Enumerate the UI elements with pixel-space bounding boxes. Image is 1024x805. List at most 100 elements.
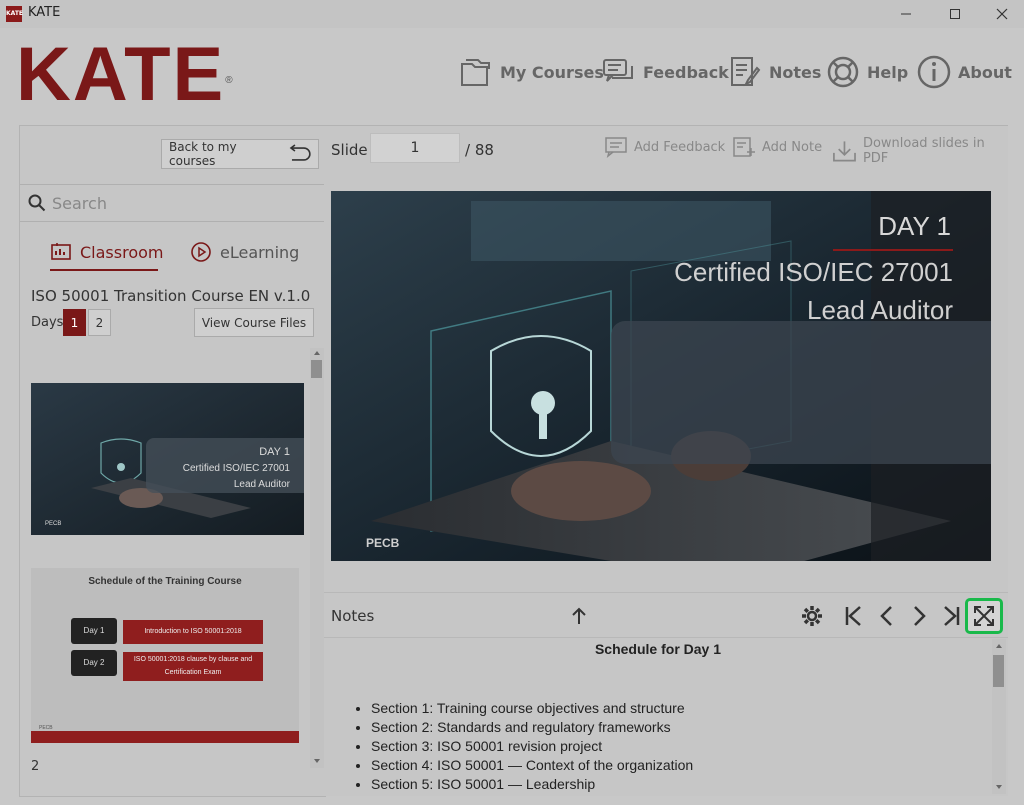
- notes-label: Notes: [331, 607, 375, 625]
- last-slide-button[interactable]: [936, 601, 966, 631]
- maximize-button[interactable]: [935, 2, 975, 26]
- course-title: ISO 50001 Transition Course EN v.1.0: [31, 287, 311, 305]
- add-feedback-label: Add Feedback: [634, 139, 726, 155]
- nav-about[interactable]: About: [916, 52, 1012, 92]
- slide-viewer: Slide 1 / 88 Add Feedback Add Note Downl…: [324, 125, 1008, 796]
- previous-slide-button[interactable]: [872, 601, 902, 631]
- back-to-courses-button[interactable]: Back to my courses: [161, 139, 319, 169]
- nav-notes-label: Notes: [769, 62, 822, 82]
- nav-my-courses[interactable]: My Courses: [458, 52, 604, 92]
- slide-total: / 88: [465, 141, 494, 159]
- close-button[interactable]: [982, 2, 1022, 26]
- thumbnail-1-line2: Certified ISO/IEC 27001: [182, 463, 290, 474]
- notes-scroll-down-icon: [996, 785, 1002, 789]
- slide-course-line1: Certified ISO/IEC 27001: [674, 257, 953, 287]
- thumbnail-slide-1[interactable]: DAY 1 Certified ISO/IEC 27001 Lead Audit…: [31, 383, 304, 535]
- notes-scroll-up-icon: [996, 644, 1002, 648]
- notes-item: Section 2: Standards and regulatory fram…: [371, 718, 693, 737]
- add-note-button[interactable]: Add Note: [732, 136, 822, 158]
- fullscreen-button[interactable]: [965, 598, 1003, 634]
- play-circle-icon: [191, 242, 211, 262]
- gear-icon: [802, 606, 822, 626]
- slide-course-line2: Lead Auditor: [806, 295, 953, 325]
- scroll-up-icon: [314, 351, 320, 355]
- thumbnail-2-row1: Introduction to ISO 50001:2018: [123, 620, 263, 644]
- maximize-icon: [950, 9, 960, 19]
- back-to-courses-label: Back to my courses: [169, 140, 237, 168]
- lifebuoy-icon: [827, 56, 859, 88]
- nav-help[interactable]: Help: [825, 52, 908, 92]
- tab-classroom[interactable]: Classroom: [50, 234, 163, 270]
- app-icon: KATE: [6, 6, 23, 22]
- chat-icon: [603, 59, 633, 82]
- nav-about-label: About: [958, 62, 1012, 82]
- close-icon: [996, 8, 1008, 20]
- nav-feedback[interactable]: Feedback: [601, 52, 729, 92]
- kate-logo: KATE®: [16, 32, 235, 117]
- day-2-button[interactable]: 2: [88, 309, 111, 336]
- thumbnail-1-brand: PECB: [45, 521, 62, 527]
- slide-number-input[interactable]: 1: [370, 133, 460, 163]
- chevron-left-icon: [880, 606, 892, 626]
- search-box[interactable]: Search: [20, 184, 325, 222]
- add-feedback-button[interactable]: Add Feedback: [604, 136, 725, 158]
- slide-title-panel: [611, 321, 991, 464]
- tab-classroom-label: Classroom: [80, 242, 164, 262]
- days-label: Days: [31, 315, 64, 330]
- tab-elearning[interactable]: eLearning: [190, 234, 299, 270]
- nav-help-label: Help: [867, 62, 909, 82]
- notes-item: Section 5: ISO 50001 — Leadership: [371, 775, 693, 794]
- day-1-button[interactable]: 1: [63, 309, 86, 336]
- arrow-up-icon: [572, 607, 586, 624]
- kate-window: KATE KATE KATE® My Courses Feedback Note…: [0, 0, 1024, 805]
- first-slide-button[interactable]: [839, 601, 869, 631]
- minimize-icon: [901, 13, 911, 15]
- scroll-down-icon: [314, 759, 320, 763]
- sidebar-scroll-thumb[interactable]: [311, 360, 322, 378]
- slide-divider: [833, 249, 953, 251]
- next-slide-button[interactable]: [904, 601, 934, 631]
- notes-item: Section 1: Training course objectives an…: [371, 699, 693, 718]
- feedback-icon: [605, 137, 627, 158]
- classroom-icon: [51, 243, 71, 260]
- folder-icon: [461, 59, 490, 86]
- search-input[interactable]: Search: [52, 194, 107, 213]
- notes-icon: [731, 57, 761, 87]
- title-bar: KATE KATE: [0, 0, 1024, 28]
- slide-brand: PECB: [366, 536, 400, 550]
- thumbnail-2-day1: Day 1: [71, 618, 117, 644]
- slide-thumbnails: DAY 1 Certified ISO/IEC 27001 Lead Audit…: [20, 348, 310, 763]
- return-arrow-icon: [289, 144, 311, 161]
- tab-elearning-label: eLearning: [220, 242, 300, 262]
- view-course-files-button[interactable]: View Course Files: [194, 308, 314, 337]
- first-slide-icon: [845, 606, 861, 626]
- active-tab-indicator: [50, 269, 158, 271]
- notes-list: Section 1: Training course objectives an…: [354, 699, 693, 794]
- download-pdf-button[interactable]: Download slides in PDF: [832, 136, 1008, 166]
- fullscreen-icon: [974, 606, 994, 626]
- notes-toolbar: Notes: [324, 592, 1008, 638]
- thumbnail-slide-2[interactable]: Schedule of the Training Course Day 1 In…: [31, 568, 299, 743]
- thumbnail-page-number: 2: [31, 759, 40, 774]
- minimize-button[interactable]: [886, 2, 926, 26]
- info-icon: [917, 55, 951, 89]
- thumbnail-2-brand: PECB: [39, 725, 53, 731]
- nav-feedback-label: Feedback: [643, 62, 729, 82]
- current-slide: DAY 1 Certified ISO/IEC 27001 Lead Audit…: [331, 191, 991, 561]
- notes-panel: Schedule for Day 1 Section 1: Training c…: [324, 639, 992, 796]
- sidebar-scrollbar[interactable]: [310, 348, 324, 768]
- settings-button[interactable]: [797, 601, 827, 631]
- expand-notes-button[interactable]: [564, 601, 594, 631]
- notes-title: Schedule for Day 1: [594, 641, 722, 657]
- notes-scrollbar[interactable]: [992, 639, 1006, 794]
- course-sidebar: Back to my courses Search Classroom eLea…: [19, 125, 326, 797]
- slide-day-title: DAY 1: [878, 211, 951, 241]
- add-note-icon: [733, 137, 755, 157]
- thumbnail-2-footer: [31, 731, 299, 743]
- add-note-label: Add Note: [762, 139, 823, 155]
- chevron-right-icon: [914, 606, 926, 626]
- nav-notes[interactable]: Notes: [727, 52, 821, 92]
- download-pdf-label: Download slides in PDF: [862, 136, 985, 166]
- notes-scroll-thumb[interactable]: [993, 655, 1004, 687]
- search-icon: [28, 194, 46, 212]
